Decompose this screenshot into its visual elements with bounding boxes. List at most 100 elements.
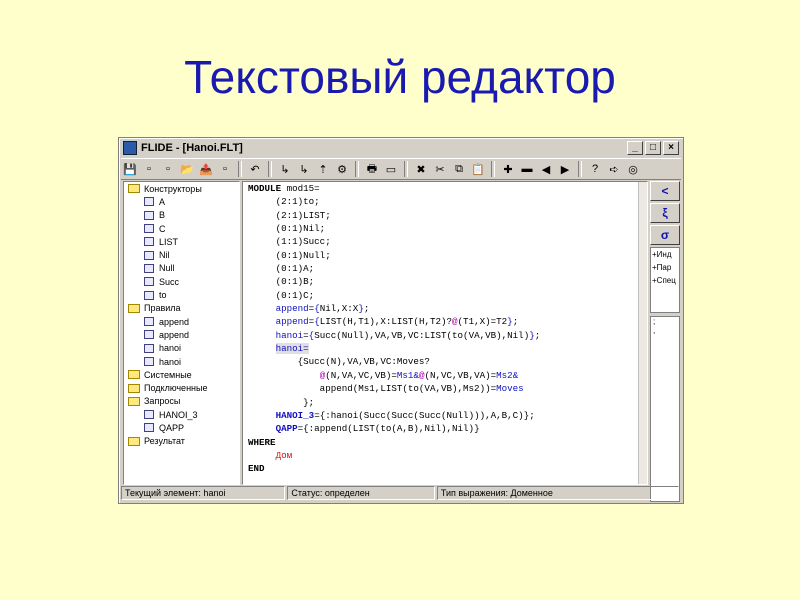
tree-item[interactable]: QAPP: [124, 421, 239, 434]
tree-item[interactable]: Nil: [124, 248, 239, 261]
tree-folder[interactable]: Подключенные: [124, 381, 239, 394]
tree-item[interactable]: Succ: [124, 275, 239, 288]
tree-label: Результат: [144, 436, 185, 447]
tree-label: C: [159, 223, 166, 234]
maximize-button[interactable]: □: [645, 141, 661, 155]
minimize-button[interactable]: _: [627, 141, 643, 155]
code-line: hanoi=: [275, 343, 309, 355]
tree-item[interactable]: LIST: [124, 235, 239, 248]
folder-icon: [128, 370, 140, 380]
code-editor[interactable]: MODULE mod15= (2:1)to; (2:1)LIST; (0:1)N…: [242, 181, 648, 485]
export-icon[interactable]: 📤: [197, 161, 215, 178]
code-line: HANOI_3={:hanoi(Succ(Succ(Succ(Null))),A…: [275, 409, 535, 421]
code-line: };: [248, 396, 315, 408]
right-icon[interactable]: ▶: [556, 161, 574, 178]
node-icon: [144, 277, 154, 287]
symbol-button[interactable]: ξ: [650, 203, 680, 223]
tree-label: QAPP: [159, 422, 185, 433]
tree-folder[interactable]: Правила: [124, 302, 239, 315]
tree-item[interactable]: append: [124, 315, 239, 328]
symbol-button[interactable]: σ: [650, 225, 680, 245]
tree-label: hanoi: [159, 343, 182, 354]
open-icon[interactable]: 📂: [178, 161, 196, 178]
window-title: FLIDE - [Hanoi.FLT]: [141, 142, 243, 154]
preview-icon[interactable]: ▭: [382, 161, 400, 178]
tree-folder[interactable]: Системные: [124, 368, 239, 381]
toolbar-separator: [238, 161, 242, 177]
help-icon[interactable]: ?: [586, 161, 604, 178]
node-icon: [144, 290, 154, 300]
delete-icon[interactable]: ✖: [412, 161, 430, 178]
left-icon[interactable]: ◀: [537, 161, 555, 178]
node-icon: [144, 237, 154, 247]
tree-label: Succ: [159, 276, 180, 287]
close-button[interactable]: ×: [663, 141, 679, 155]
add-icon[interactable]: ✚: [499, 161, 517, 178]
undo-icon[interactable]: ↶: [246, 161, 264, 178]
code-line: WHERE: [248, 436, 276, 448]
options-list-item[interactable]: +Пар: [651, 261, 679, 274]
new2-icon[interactable]: ▫: [159, 161, 177, 178]
toolbar-separator: [491, 161, 495, 177]
run-icon[interactable]: ↳: [276, 161, 294, 178]
options-list-item[interactable]: +Спец: [651, 274, 679, 287]
tree-label: A: [159, 196, 166, 207]
folder-icon: [128, 184, 140, 194]
symbols-list-item[interactable]: ;: [651, 317, 679, 326]
status-state: Статус: определен: [287, 486, 435, 500]
node-icon: [144, 343, 154, 353]
tree-label: hanoi: [159, 356, 182, 367]
tree-label: append: [159, 329, 190, 340]
tree-label: B: [159, 210, 166, 221]
options-list[interactable]: +Инд +Пар +Спец: [650, 247, 680, 313]
tree-item[interactable]: append: [124, 328, 239, 341]
paste-icon[interactable]: 📋: [469, 161, 487, 178]
copy-icon[interactable]: ⧉: [450, 161, 468, 178]
tree-label: LIST: [159, 236, 179, 247]
print-setup-icon[interactable]: ▫: [216, 161, 234, 178]
cut-icon[interactable]: ✂: [431, 161, 449, 178]
symbol-button[interactable]: <: [650, 181, 680, 201]
tree-item[interactable]: hanoi: [124, 355, 239, 368]
tree-folder[interactable]: Результат: [124, 435, 239, 448]
folder-icon: [128, 383, 140, 393]
code-line: QAPP={:append(LIST(to(A,B),Nil),Nil)}: [275, 423, 480, 435]
right-panel: < ξ σ +Инд +Пар +Спец;,: [650, 181, 680, 502]
symbols-list[interactable]: ;,: [650, 316, 680, 502]
editor-scrollbar[interactable]: [638, 182, 647, 484]
code-line: append(Ms1,LIST(to(VA,VB),Ms2))=Moves: [248, 383, 524, 395]
tree-folder[interactable]: Конструкторы: [124, 182, 239, 195]
up-icon[interactable]: ⇡: [314, 161, 332, 178]
node-icon: [144, 423, 154, 433]
eye-icon[interactable]: ◎: [624, 161, 642, 178]
tree-item[interactable]: C: [124, 222, 239, 235]
status-expression-type: Тип выражения: Доменное: [436, 486, 679, 500]
new-icon[interactable]: ▫: [140, 161, 158, 178]
statusbar: Текущий элемент: hanoi Статус: определен…: [121, 486, 681, 500]
options-list-item[interactable]: +Инд: [651, 248, 679, 261]
tree-label: to: [159, 290, 167, 301]
tree-item[interactable]: A: [124, 195, 239, 208]
tree-item[interactable]: hanoi: [124, 342, 239, 355]
tree-item[interactable]: HANOI_3: [124, 408, 239, 421]
tree-label: Системные: [144, 369, 192, 380]
print-icon[interactable]: 🖶: [363, 161, 381, 178]
tree-item[interactable]: to: [124, 288, 239, 301]
node-icon: [144, 330, 154, 340]
save-icon[interactable]: 💾: [121, 161, 139, 178]
code-line: hanoi={Succ(Null),VA,VB,VC:LIST(to(VA,VB…: [275, 329, 541, 341]
element-tree[interactable]: Конструкторы A B C LIST Nil Null Succ to Правила a…: [123, 181, 240, 485]
symbols-list-item[interactable]: ,: [651, 326, 679, 335]
node-icon: [144, 197, 154, 207]
step-icon[interactable]: ↳: [295, 161, 313, 178]
tree-item[interactable]: Null: [124, 262, 239, 275]
remove-icon[interactable]: ▬: [518, 161, 536, 178]
code-line: append={Nil,X:X};: [275, 303, 370, 315]
code-line: (1:1)Succ;: [248, 236, 331, 248]
tools-icon[interactable]: ⚙: [333, 161, 351, 178]
tree-item[interactable]: B: [124, 209, 239, 222]
forward-icon[interactable]: ➪: [605, 161, 623, 178]
tree-folder[interactable]: Запросы: [124, 395, 239, 408]
toolbar-separator: [268, 161, 272, 177]
toolbar: 💾 ▫ ▫ 📂 📤 ▫ ↶ ↳ ↳ ⇡ ⚙ 🖶 ▭ ✖ ✂ ⧉ 📋 ✚ ▬ ◀ ▶? ➪ ◎: [121, 158, 681, 180]
